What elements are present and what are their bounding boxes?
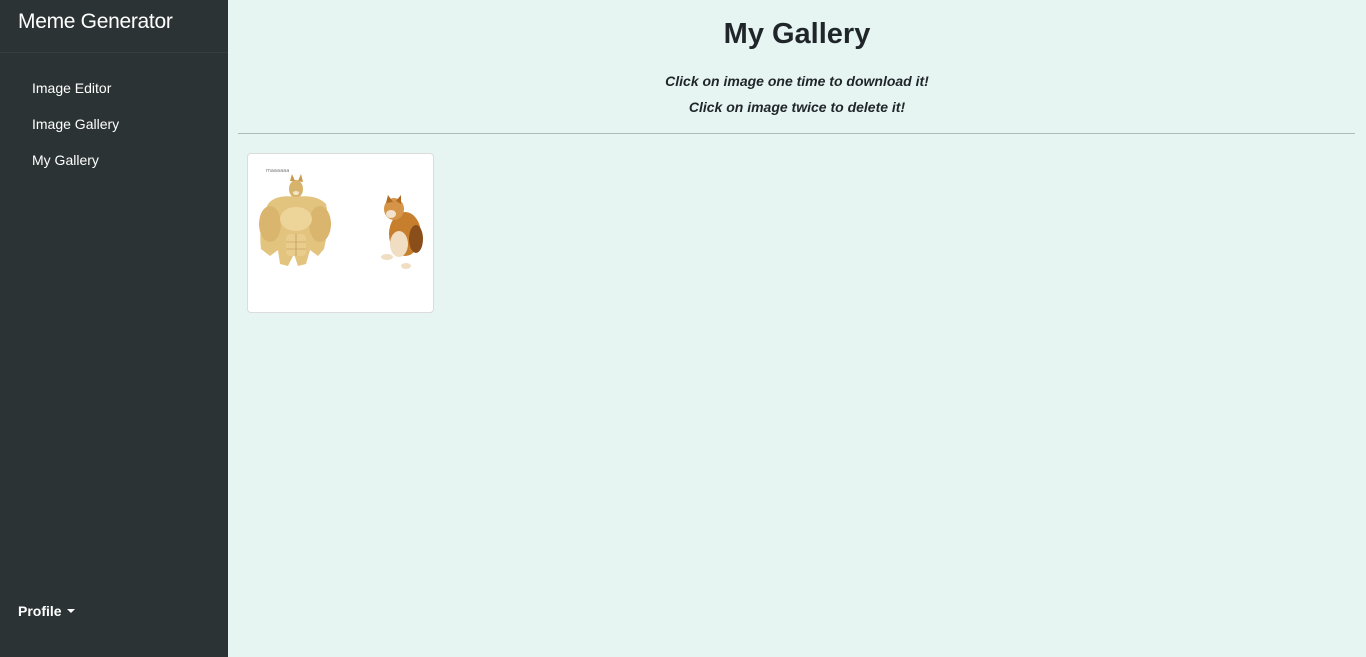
divider bbox=[238, 133, 1355, 134]
download-hint: Click on image one time to download it! bbox=[665, 73, 929, 89]
caret-down-icon bbox=[66, 609, 75, 613]
profile-label: Profile bbox=[18, 603, 62, 619]
meme-caption: maaaaaa bbox=[266, 168, 289, 174]
brand-divider bbox=[0, 52, 228, 53]
sidebar-item-image-gallery[interactable]: Image Gallery bbox=[32, 114, 119, 150]
buff-doge-figure bbox=[259, 174, 331, 266]
sidebar-nav: Image Editor Image Gallery My Gallery bbox=[32, 78, 119, 186]
cheems-doge-figure bbox=[381, 195, 423, 269]
app-brand[interactable]: Meme Generator bbox=[18, 10, 173, 34]
sidebar-item-my-gallery[interactable]: My Gallery bbox=[32, 150, 119, 186]
main-content: My Gallery Click on image one time to do… bbox=[228, 0, 1366, 657]
delete-hint: Click on image twice to delete it! bbox=[688, 99, 906, 115]
profile-dropdown[interactable]: Profile bbox=[18, 603, 75, 619]
gallery-image-card[interactable]: maaaaaa bbox=[247, 153, 434, 313]
sidebar-item-image-editor[interactable]: Image Editor bbox=[32, 78, 119, 114]
page-title: My Gallery bbox=[723, 18, 871, 50]
sidebar: Meme Generator Image Editor Image Galler… bbox=[0, 0, 228, 657]
meme-image: maaaaaa bbox=[259, 168, 423, 269]
